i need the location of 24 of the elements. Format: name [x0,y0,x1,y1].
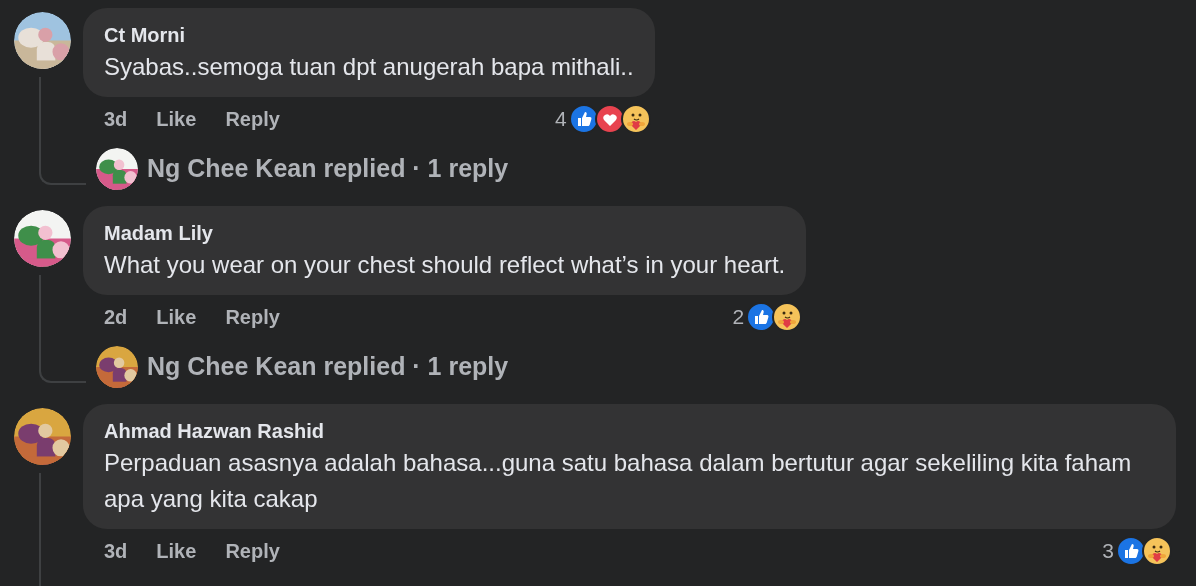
author-name[interactable]: Ct Morni [104,21,634,49]
reaction-count[interactable]: 2 [732,301,745,333]
comment-text: Syabas..semoga tuan dpt anugerah bapa mithali.. [104,52,634,82]
comment-text: Perpaduan asasnya adalah bahasa...guna satu bahasa dalam bertutur agar sekeliling kita faham apa yang kita cakap [104,448,1133,514]
hugging-face-icon [620,104,651,134]
like-link[interactable]: Like [156,104,197,134]
reaction-count[interactable]: 4 [555,103,567,135]
reply-link[interactable]: Reply [225,302,280,332]
replies-link[interactable]: Ng Chee Kean replied · 1 reply [147,150,509,188]
comment-time: 3d [104,539,128,564]
reply-link[interactable]: Reply [225,536,280,566]
hugging-face-icon [1142,536,1172,566]
author-name[interactable]: Ahmad Hazwan Rashid [104,417,1155,445]
comment-time: 2d [104,305,128,330]
reply-link[interactable]: Reply [225,104,280,134]
reaction-count[interactable]: 3 [1102,535,1114,567]
like-link[interactable]: Like [156,536,197,566]
thumbs-up-icon [568,104,599,134]
hugging-face-icon [772,302,803,332]
author-name[interactable]: Madam Lily [104,219,786,247]
replies-link[interactable]: Ng Chee Kean replied · 1 reply [147,348,509,386]
comment-time: 3d [104,107,128,132]
like-link[interactable]: Like [156,302,197,332]
comment-text: What you wear on your chest should reflect what’s in your heart. [104,250,786,280]
